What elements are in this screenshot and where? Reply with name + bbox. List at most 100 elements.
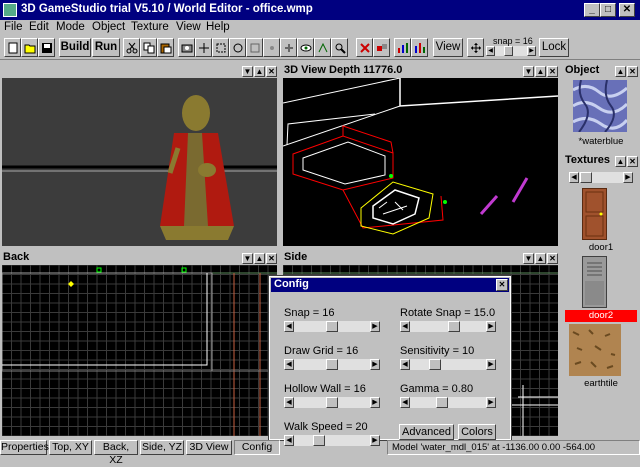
panel-maximize-button[interactable]: ▲ — [254, 253, 265, 264]
tool-button-12[interactable] — [394, 38, 411, 57]
panel-minimize-button[interactable]: ▼ — [523, 253, 534, 264]
close-button[interactable]: ✕ — [619, 3, 635, 17]
tool-button-7[interactable] — [280, 38, 297, 57]
advanced-button[interactable]: Advanced — [399, 424, 454, 440]
config-setting-slider[interactable]: ◀ ▶ — [400, 359, 496, 370]
panel-maximize-button[interactable]: ▲ — [535, 66, 546, 77]
slider-left-arrow[interactable]: ◀ — [400, 321, 410, 332]
slider-right-arrow[interactable]: ▶ — [370, 321, 380, 332]
tool-button-10[interactable] — [356, 38, 373, 57]
tab-back-xz[interactable]: Back, XZ — [94, 440, 138, 466]
slider-track[interactable] — [410, 397, 486, 408]
menu-file[interactable]: File — [4, 21, 23, 33]
slider-right-arrow[interactable]: ▶ — [486, 321, 496, 332]
view3d-canvas[interactable] — [283, 78, 558, 246]
save-button[interactable] — [38, 38, 55, 57]
panel-minimize-button[interactable]: ▼ — [242, 66, 253, 77]
tool-button-8[interactable] — [297, 38, 314, 57]
slider-left-arrow[interactable]: ◀ — [284, 397, 294, 408]
texture-door2-label[interactable]: door2 — [565, 310, 637, 322]
zoom-button[interactable] — [331, 38, 348, 57]
tool-button-2[interactable] — [195, 38, 212, 57]
tab-3d-view[interactable]: 3D View — [186, 440, 232, 455]
slider-right-arrow[interactable]: ▶ — [370, 359, 380, 370]
config-setting-slider[interactable]: ◀ ▶ — [400, 321, 496, 332]
new-file-button[interactable] — [4, 38, 21, 57]
tab-top-xy[interactable]: Top, XY — [49, 440, 92, 455]
texture-earthtile-thumb[interactable] — [569, 324, 621, 376]
menu-object[interactable]: Object — [92, 21, 125, 33]
config-setting-slider[interactable]: ◀ ▶ — [284, 321, 380, 332]
back-view-canvas[interactable] — [2, 265, 277, 436]
texture-door1-label[interactable]: door1 — [562, 242, 640, 253]
menu-texture[interactable]: Texture — [131, 21, 169, 33]
snap-left-arrow[interactable]: ◀ — [486, 46, 495, 56]
colors-button[interactable]: Colors — [458, 424, 496, 440]
panel-maximize-button[interactable]: ▲ — [615, 156, 626, 167]
pan-button[interactable] — [467, 38, 484, 57]
panel-close-button[interactable]: ✕ — [547, 253, 558, 264]
slider-left-arrow[interactable]: ◀ — [400, 359, 410, 370]
slider-thumb[interactable] — [326, 321, 338, 332]
tool-button-3[interactable] — [212, 38, 229, 57]
textures-scroll-left[interactable]: ◀ — [569, 172, 579, 183]
slider-thumb[interactable] — [436, 397, 448, 408]
panel-maximize-button[interactable]: ▲ — [535, 253, 546, 264]
tool-button-1[interactable] — [178, 38, 195, 57]
panel-close-button[interactable]: ✕ — [627, 66, 638, 77]
slider-thumb[interactable] — [429, 359, 441, 370]
panel-close-button[interactable]: ✕ — [547, 66, 558, 77]
config-setting-slider[interactable]: ◀ ▶ — [284, 397, 380, 408]
build-button[interactable]: Build — [59, 38, 91, 57]
slider-thumb[interactable] — [326, 397, 338, 408]
tool-button-13[interactable] — [411, 38, 428, 57]
textures-scroll-thumb[interactable] — [580, 172, 592, 183]
config-setting-slider[interactable]: ◀ ▶ — [284, 359, 380, 370]
textures-scrollbar[interactable]: ◀ ▶ — [569, 172, 633, 183]
menu-mode[interactable]: Mode — [56, 21, 85, 33]
slider-left-arrow[interactable]: ◀ — [400, 397, 410, 408]
slider-thumb[interactable] — [326, 359, 338, 370]
object-texture-preview[interactable] — [572, 79, 629, 133]
tab-side-yz[interactable]: Side, YZ — [140, 440, 184, 455]
slider-right-arrow[interactable]: ▶ — [370, 397, 380, 408]
paste-button[interactable] — [157, 38, 174, 57]
slider-left-arrow[interactable]: ◀ — [284, 359, 294, 370]
slider-right-arrow[interactable]: ▶ — [486, 359, 496, 370]
snap-thumb[interactable] — [504, 46, 513, 56]
snap-right-arrow[interactable]: ▶ — [527, 46, 536, 56]
open-file-button[interactable] — [21, 38, 38, 57]
run-button[interactable]: Run — [92, 38, 120, 57]
view-button[interactable]: View — [433, 38, 463, 57]
tool-button-6[interactable] — [263, 38, 280, 57]
tool-button-4[interactable] — [229, 38, 246, 57]
snap-slider[interactable]: ◀ ▶ — [486, 46, 536, 56]
textures-scroll-right[interactable]: ▶ — [623, 172, 633, 183]
panel-maximize-button[interactable]: ▲ — [254, 66, 265, 77]
tab-config[interactable]: Config — [234, 440, 280, 455]
config-setting-slider[interactable]: ◀ ▶ — [284, 435, 380, 446]
texture-door2-thumb[interactable] — [582, 256, 607, 308]
copy-button[interactable] — [140, 38, 157, 57]
menu-edit[interactable]: Edit — [29, 21, 49, 33]
slider-track[interactable] — [294, 435, 370, 446]
panel-close-button[interactable]: ✕ — [627, 156, 638, 167]
top-view-canvas[interactable] — [2, 78, 277, 246]
tool-button-9[interactable] — [314, 38, 331, 57]
slider-thumb[interactable] — [448, 321, 460, 332]
slider-left-arrow[interactable]: ◀ — [284, 321, 294, 332]
slider-right-arrow[interactable]: ▶ — [370, 435, 380, 446]
panel-minimize-button[interactable]: ▼ — [523, 66, 534, 77]
panel-close-button[interactable]: ✕ — [266, 253, 277, 264]
menu-help[interactable]: Help — [206, 21, 230, 33]
lock-button[interactable]: Lock — [539, 38, 569, 57]
config-close-button[interactable]: ✕ — [496, 279, 508, 291]
texture-earthtile-label[interactable]: earthtile — [562, 378, 640, 389]
slider-track[interactable] — [410, 359, 486, 370]
slider-left-arrow[interactable]: ◀ — [284, 435, 294, 446]
menu-view[interactable]: View — [176, 21, 201, 33]
tool-button-5[interactable] — [246, 38, 263, 57]
texture-door1-thumb[interactable] — [582, 188, 607, 240]
maximize-button[interactable]: □ — [600, 3, 616, 17]
cut-button[interactable] — [123, 38, 140, 57]
